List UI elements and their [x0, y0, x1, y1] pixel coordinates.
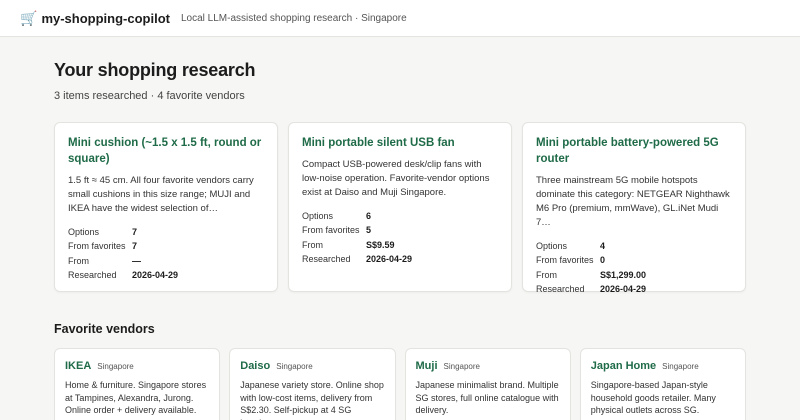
stat-row: Options 6	[302, 209, 499, 223]
stat-value: 5	[366, 225, 372, 236]
vendor-header: IKEA Singapore	[65, 360, 209, 372]
app-tagline: Local LLM-assisted shopping research · S…	[180, 12, 407, 24]
vendor-location: Singapore	[276, 362, 313, 371]
vendor-header: Japan Home Singapore	[591, 360, 735, 372]
stat-label: Options	[302, 211, 334, 221]
research-card[interactable]: Mini portable battery-powered 5G router …	[522, 122, 746, 294]
vendor-description: Home & furniture. Singapore stores at Ta…	[65, 380, 207, 415]
stat-label: From favorites	[68, 241, 126, 252]
research-card[interactable]: Mini portable silent USB fan Compact USB…	[288, 122, 512, 292]
research-card-title[interactable]: Mini cushion (~1.5 x 1.5 ft, round or sq…	[68, 135, 265, 167]
research-summary: 3 items researched · 4 favorite vendors	[54, 90, 245, 102]
stat-row: Researched 2026-04-29	[302, 252, 499, 266]
stat-row: From —	[68, 254, 265, 268]
stat-row: From S$9.59	[302, 238, 499, 252]
top-bar: 🛒 my-shopping-copilot Local LLM-assisted…	[0, 0, 800, 37]
vendor-card-ikea[interactable]: IKEA Singapore Home & furniture. Singapo…	[54, 348, 221, 420]
research-cards: Mini cushion (~1.5 x 1.5 ft, round or sq…	[54, 122, 746, 294]
vendor-description: Japanese variety store. Online shop with…	[240, 380, 384, 420]
research-card-stats: Options 4 From favorites 0 From S$1,299.00 …	[536, 239, 733, 297]
stat-label: Researched	[302, 254, 351, 265]
vendor-description: Singapore-based Japan-style household go…	[590, 380, 716, 415]
page-title: Your shopping research	[54, 60, 256, 80]
stat-label: From favorites	[536, 255, 594, 266]
research-card-description: Compact USB-powered desk/clip fans with …	[302, 159, 490, 198]
stat-value: 2026-04-29	[600, 284, 647, 295]
stat-value: 7	[132, 241, 138, 252]
app-brand[interactable]: my-shopping-copilot	[41, 11, 170, 26]
vendor-card-japan-home[interactable]: Japan Home Singapore Singapore-based Jap…	[579, 348, 746, 420]
stat-row: From favorites 0	[536, 253, 733, 267]
stat-value: 2026-04-29	[366, 254, 413, 265]
stat-value: 2026-04-29	[132, 270, 179, 281]
shopping-cart-icon: 🛒	[20, 10, 38, 26]
research-card-description: 1.5 ft ≈ 45 cm. All four favorite vendor…	[68, 175, 254, 214]
vendor-name[interactable]: Japan Home	[591, 360, 656, 372]
research-card-title[interactable]: Mini portable battery-powered 5G router	[536, 135, 733, 167]
stat-label: Researched	[68, 270, 117, 281]
stat-label: Options	[68, 227, 100, 237]
stat-row: From favorites 7	[68, 239, 265, 253]
stat-row: Researched 2026-04-29	[536, 282, 733, 296]
vendor-name[interactable]: Muji	[416, 360, 438, 372]
stat-row: Options 7	[68, 225, 265, 239]
vendor-location: Singapore	[662, 362, 699, 371]
vendor-card-muji[interactable]: Muji Singapore Japanese minimalist brand…	[404, 348, 571, 420]
stat-label: From	[536, 269, 557, 280]
stat-value: 7	[132, 227, 138, 237]
stat-row: Researched 2026-04-29	[68, 268, 265, 282]
research-card-stats: Options 7 From favorites 7 From — Researche…	[68, 225, 265, 283]
stat-label: From	[68, 255, 89, 266]
vendor-card-daiso[interactable]: Daiso Singapore Japanese variety store. …	[229, 348, 396, 420]
stat-value: S$9.59	[366, 239, 395, 250]
stat-row: From S$1,299.00	[536, 268, 733, 282]
stat-row: Options 4	[536, 239, 733, 253]
stat-row: From favorites 5	[302, 223, 499, 237]
stat-value: 0	[600, 255, 606, 266]
favorite-vendors-heading: Favorite vendors	[54, 322, 155, 336]
research-card[interactable]: Mini cushion (~1.5 x 1.5 ft, round or sq…	[54, 122, 278, 292]
vendor-cards: IKEA Singapore Home & furniture. Singapo…	[54, 348, 746, 420]
research-card-stats: Options 6 From favorites 5 From S$9.59 Rese…	[302, 209, 499, 267]
stat-label: From favorites	[302, 225, 360, 236]
vendor-name[interactable]: IKEA	[65, 360, 91, 372]
vendor-header: Daiso Singapore	[240, 360, 384, 372]
stat-value: S$1,299.00	[600, 269, 647, 280]
main-content: Your shopping research 3 items researche…	[0, 37, 800, 420]
vendor-name[interactable]: Daiso	[240, 360, 270, 372]
stat-value: 6	[366, 211, 372, 221]
vendor-description: Japanese minimalist brand. Multiple SG s…	[415, 380, 559, 415]
vendor-location: Singapore	[97, 362, 134, 371]
vendor-location: Singapore	[443, 362, 480, 371]
stat-label: Options	[536, 241, 568, 251]
stat-label: Researched	[536, 284, 585, 295]
stat-value: —	[132, 255, 141, 266]
stat-label: From	[302, 239, 323, 250]
research-card-title[interactable]: Mini portable silent USB fan	[302, 135, 499, 151]
vendor-header: Muji Singapore	[416, 360, 560, 372]
stat-value: 4	[600, 241, 606, 251]
research-card-description: Three mainstream 5G mobile hotspots domi…	[536, 175, 730, 228]
